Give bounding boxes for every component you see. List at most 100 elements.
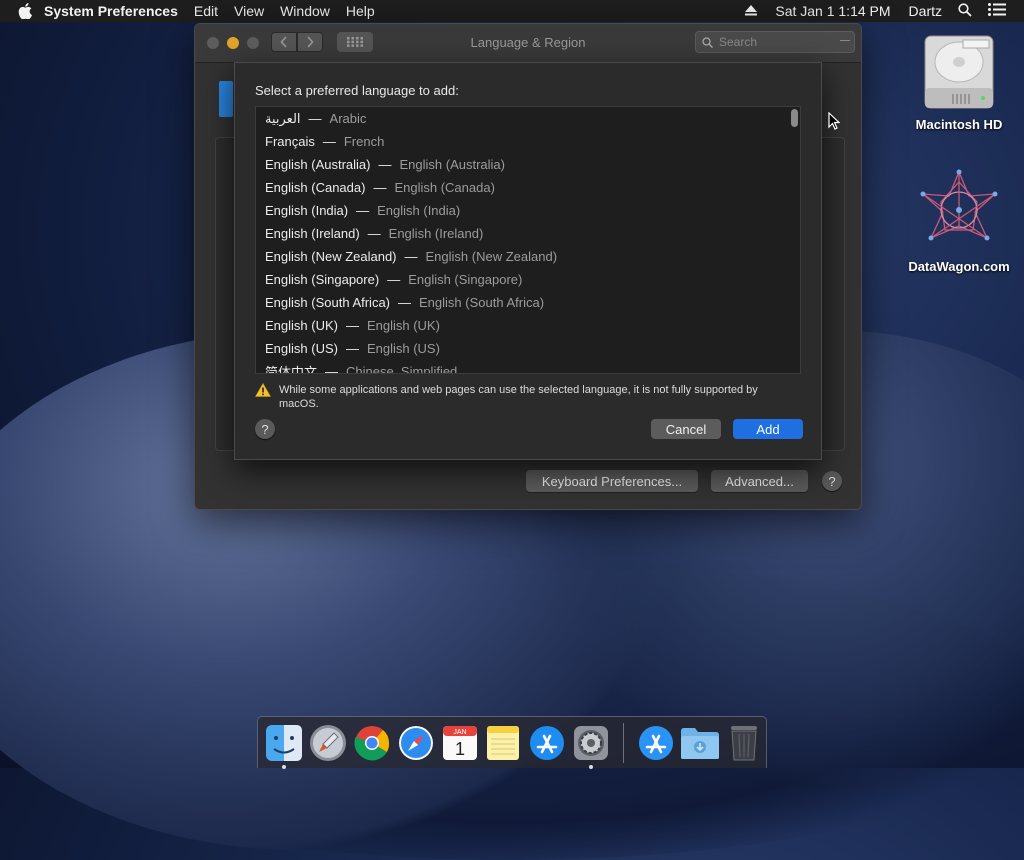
menu-app-name[interactable]: System Preferences bbox=[36, 3, 186, 19]
launchpad-icon[interactable] bbox=[308, 723, 348, 763]
apple-menu-icon[interactable] bbox=[14, 3, 36, 19]
search-field[interactable] bbox=[695, 31, 855, 53]
language-native-name: English (New Zealand) bbox=[265, 249, 397, 264]
language-native-name: Français bbox=[265, 134, 315, 149]
calendar-month: JAN bbox=[453, 729, 466, 736]
language-separator: — bbox=[378, 157, 392, 172]
language-list-item[interactable]: 简体中文 — Chinese, Simplified bbox=[256, 360, 800, 374]
language-english-name: English (Canada) bbox=[394, 180, 495, 195]
warning-text: While some applications and web pages ca… bbox=[279, 384, 758, 410]
language-separator: — bbox=[322, 134, 336, 149]
menu-help[interactable]: Help bbox=[338, 3, 383, 19]
dock: JAN 1 bbox=[257, 716, 767, 769]
help-button[interactable]: ? bbox=[822, 471, 842, 491]
language-english-name: English (UK) bbox=[366, 318, 440, 333]
scrollbar-thumb[interactable] bbox=[791, 109, 798, 127]
language-separator: — bbox=[373, 180, 387, 195]
language-list-item[interactable]: English (Canada) — English (Canada) bbox=[256, 176, 800, 199]
language-list-item[interactable]: English (New Zealand) — English (New Zeala… bbox=[256, 245, 800, 268]
language-separator: — bbox=[308, 111, 322, 126]
desktop-icon-macintosh-hd[interactable]: Macintosh HD bbox=[904, 32, 1014, 132]
sheet-help-button[interactable]: ? bbox=[255, 419, 275, 439]
language-separator: — bbox=[345, 341, 359, 356]
language-separator: — bbox=[387, 272, 401, 287]
warning-icon bbox=[254, 382, 272, 411]
keyboard-preferences-button[interactable]: Keyboard Preferences... bbox=[526, 470, 698, 492]
language-list-item[interactable]: English (India) — English (India) bbox=[256, 199, 800, 222]
menu-edit[interactable]: Edit bbox=[186, 3, 226, 19]
dock-separator bbox=[623, 722, 625, 763]
downloads-folder-icon[interactable] bbox=[680, 723, 720, 763]
spotlight-search-icon[interactable] bbox=[950, 2, 980, 20]
notes-icon[interactable] bbox=[484, 723, 524, 763]
language-list-item[interactable]: English (US) — English (US) bbox=[256, 337, 800, 360]
language-separator: — bbox=[345, 318, 359, 333]
menu-clock[interactable]: Sat Jan 1 1:14 PM bbox=[765, 3, 900, 19]
language-separator: — bbox=[367, 226, 381, 241]
eject-icon[interactable] bbox=[737, 3, 765, 19]
language-english-name: English (Ireland) bbox=[388, 226, 484, 241]
hard-drive-icon bbox=[904, 32, 1014, 113]
language-list-item[interactable]: English (South Africa) — English (South Af… bbox=[256, 291, 800, 314]
sheet-prompt: Select a preferred language to add: bbox=[255, 83, 459, 98]
language-english-name: English (South Africa) bbox=[419, 295, 545, 310]
unsupported-warning: While some applications and web pages ca… bbox=[254, 382, 785, 411]
language-list-item[interactable]: English (Ireland) — English (Ireland) bbox=[256, 222, 800, 245]
search-clear-icon[interactable] bbox=[840, 40, 850, 41]
language-separator: — bbox=[356, 203, 370, 218]
desktop-icon-label: Macintosh HD bbox=[915, 117, 1003, 132]
language-native-name: English (Ireland) bbox=[265, 226, 360, 241]
chrome-icon[interactable] bbox=[352, 723, 392, 763]
star-network-icon bbox=[904, 168, 1014, 255]
language-list-item[interactable]: English (Australia) — English (Australia) bbox=[256, 153, 800, 176]
language-separator: — bbox=[404, 249, 418, 264]
language-native-name: English (Singapore) bbox=[265, 272, 380, 287]
language-english-name: Chinese, Simplified bbox=[346, 364, 458, 374]
search-icon bbox=[702, 36, 713, 48]
language-english-name: English (India) bbox=[377, 203, 461, 218]
language-separator: — bbox=[325, 364, 339, 374]
desktop-icon-datawagon[interactable]: DataWagon.com bbox=[904, 168, 1014, 274]
advanced-button[interactable]: Advanced... bbox=[711, 470, 808, 492]
language-english-name: English (New Zealand) bbox=[425, 249, 558, 264]
menu-window[interactable]: Window bbox=[272, 3, 338, 19]
language-english-name: English (US) bbox=[366, 341, 440, 356]
system-preferences-icon[interactable] bbox=[571, 723, 611, 769]
trash-icon[interactable] bbox=[724, 723, 764, 763]
calendar-day: 1 bbox=[455, 739, 465, 759]
language-native-name: العربية bbox=[265, 110, 301, 126]
notification-center-icon[interactable] bbox=[980, 3, 1024, 19]
language-native-name: English (Australia) bbox=[265, 157, 371, 172]
language-list-item[interactable]: English (Singapore) — English (Singapore) bbox=[256, 268, 800, 291]
add-language-sheet: Select a preferred language to add: العر… bbox=[234, 62, 822, 460]
language-list-item[interactable]: Français — French bbox=[256, 130, 800, 153]
language-separator: — bbox=[398, 295, 412, 310]
window-titlebar[interactable]: Language & Region bbox=[195, 24, 861, 63]
mouse-cursor-icon bbox=[828, 111, 841, 135]
finder-icon[interactable] bbox=[264, 723, 304, 769]
language-native-name: English (US) bbox=[265, 341, 338, 356]
add-button[interactable]: Add bbox=[733, 419, 803, 439]
menu-bar: System Preferences Edit View Window Help… bbox=[0, 0, 1024, 22]
search-input[interactable] bbox=[717, 34, 841, 50]
language-native-name: English (India) bbox=[265, 203, 349, 218]
language-native-name: English (UK) bbox=[265, 318, 338, 333]
language-native-name: English (South Africa) bbox=[265, 295, 391, 310]
language-english-name: Arabic bbox=[329, 111, 367, 126]
language-list[interactable]: العربية — Arabic Français — French English (Au… bbox=[255, 106, 801, 374]
flag-icon bbox=[219, 81, 233, 117]
language-native-name: English (Canada) bbox=[265, 180, 366, 195]
language-list-item[interactable]: English (UK) — English (UK) bbox=[256, 314, 800, 337]
app-store-icon[interactable] bbox=[527, 723, 567, 763]
cancel-button[interactable]: Cancel bbox=[651, 419, 721, 439]
menu-user[interactable]: Dartz bbox=[901, 3, 950, 19]
app-store-download-icon[interactable] bbox=[636, 723, 676, 763]
calendar-icon[interactable]: JAN 1 bbox=[440, 723, 480, 763]
language-native-name: 简体中文 bbox=[265, 365, 318, 374]
menu-view[interactable]: View bbox=[226, 3, 272, 19]
language-english-name: French bbox=[343, 134, 385, 149]
list-scrollbar[interactable] bbox=[790, 109, 798, 371]
language-english-name: English (Australia) bbox=[399, 157, 506, 172]
language-list-item[interactable]: العربية — Arabic bbox=[256, 107, 800, 130]
safari-icon[interactable] bbox=[396, 723, 436, 763]
